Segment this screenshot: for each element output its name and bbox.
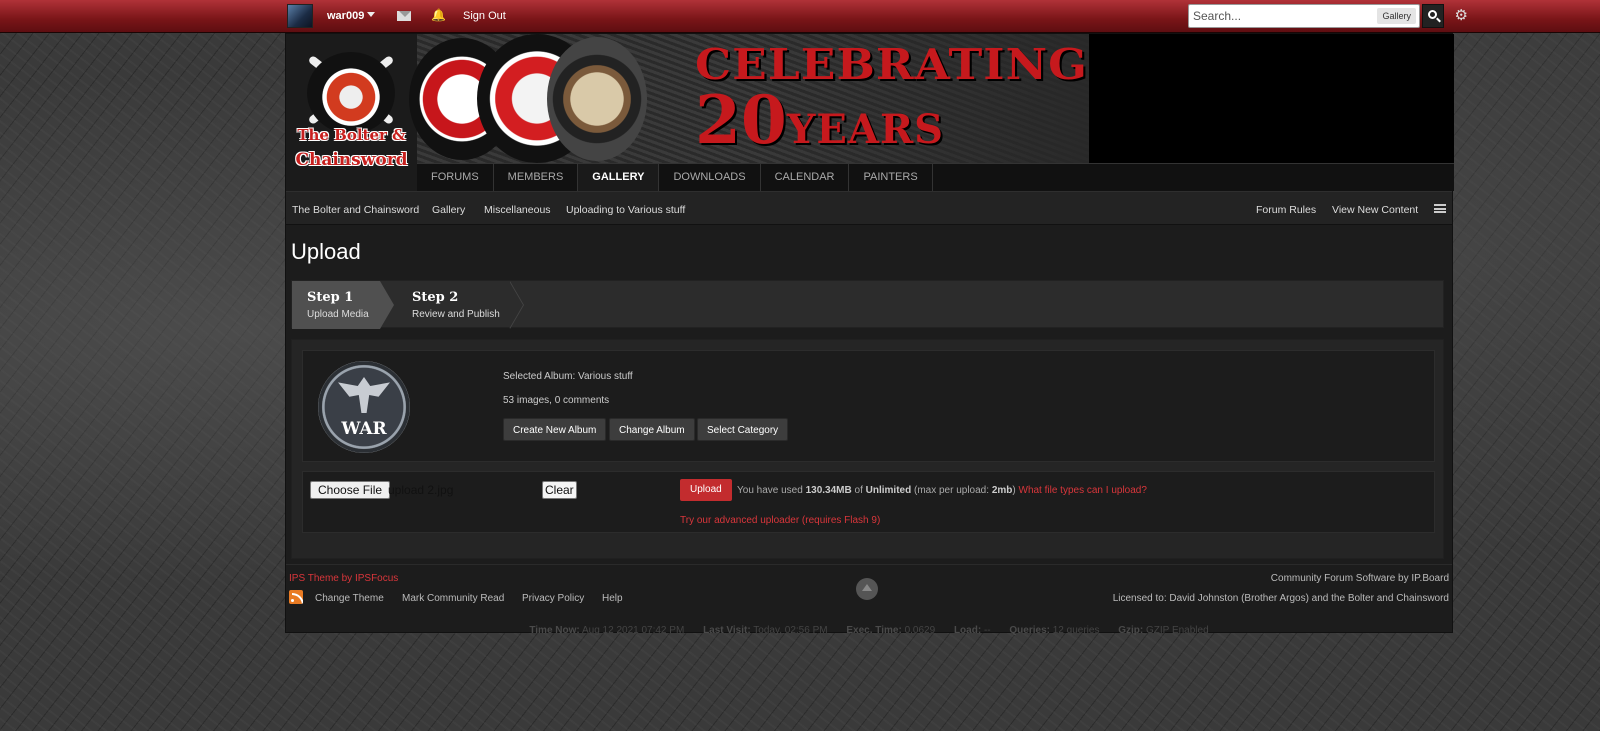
banner-suffix: YEARS [786, 106, 945, 153]
main-container: The Bolter & Chainsword CELEBRATING 20YE… [285, 33, 1454, 636]
upload-steps: Step 1 Upload Media Step 2 Review and Pu… [291, 280, 1444, 329]
site-logo[interactable]: The Bolter & Chainsword [286, 34, 417, 194]
list-menu-icon[interactable] [1434, 204, 1446, 213]
eagle-icon [338, 377, 390, 413]
step-2-subtitle: Review and Publish [412, 309, 500, 320]
album-avatar: WAR [318, 361, 410, 453]
breadcrumb: The Bolter and Chainsword Gallery Miscel… [286, 191, 1452, 225]
tab-forums[interactable]: FORUMS [417, 164, 494, 191]
logo-text-line2: Chainsword [295, 150, 408, 170]
gear-icon[interactable]: ⚙ [1455, 7, 1468, 25]
chevron-down-icon[interactable] [367, 12, 375, 17]
theme-credit-link[interactable]: IPS Theme by IPSFocus [289, 573, 398, 584]
upload-usage-text: You have used 130.34MB of Unlimited (max… [737, 485, 1147, 496]
privacy-policy-link[interactable]: Privacy Policy [522, 593, 584, 604]
file-upload-row: Choose File upload 2.jpg Clear Upload Yo… [302, 471, 1435, 533]
album-info: WAR Selected Album: Various stuff 53 ima… [302, 350, 1435, 462]
upload-panel: WAR Selected Album: Various stuff 53 ima… [291, 339, 1444, 559]
upload-button[interactable]: Upload [680, 479, 732, 501]
page-title: Upload [291, 239, 361, 264]
username-link[interactable]: war009 [327, 10, 364, 22]
page-stats: Time Now: Aug 12 2021 07:42 PM Last Visi… [529, 625, 1209, 636]
search-scope-selector[interactable]: Gallery [1377, 8, 1416, 24]
file-types-link[interactable]: What file types can I upload? [1019, 485, 1147, 496]
step-1-title: Step 1 [307, 290, 354, 305]
user-avatar[interactable] [287, 4, 313, 28]
sign-out-link[interactable]: Sign Out [463, 10, 506, 22]
tab-members[interactable]: MEMBERS [494, 164, 579, 191]
banner-number: 20 [695, 81, 787, 159]
step-2-title: Step 2 [412, 290, 459, 305]
license-text: Licensed to: David Johnston (Brother Arg… [1112, 593, 1449, 604]
header-banner: CELEBRATING 20YEARS [409, 34, 1454, 163]
skull-disc-image [547, 37, 647, 161]
view-new-content-link[interactable]: View New Content [1332, 204, 1418, 216]
search-input[interactable] [1189, 5, 1355, 27]
back-to-top-button[interactable] [856, 578, 878, 600]
help-link[interactable]: Help [602, 593, 623, 604]
breadcrumb-item[interactable]: Uploading to Various stuff [566, 204, 685, 216]
footer: IPS Theme by IPSFocus Change Theme Mark … [286, 564, 1452, 636]
tab-calendar[interactable]: CALENDAR [761, 164, 850, 191]
selected-file-name: upload 2.jpg [388, 483, 454, 497]
step-1-indicator [292, 281, 394, 329]
change-theme-link[interactable]: Change Theme [315, 593, 384, 604]
logo-text-line1: The Bolter & [297, 126, 406, 144]
selected-album: Selected Album: Various stuff [503, 371, 633, 382]
select-category-button[interactable]: Select Category [697, 418, 789, 441]
breadcrumb-item[interactable]: The Bolter and Chainsword [292, 204, 419, 216]
search-button[interactable] [1422, 4, 1444, 28]
create-new-album-button[interactable]: Create New Album [503, 418, 607, 441]
main-nav: FORUMS MEMBERS GALLERY DOWNLOADS CALENDA… [417, 163, 1454, 191]
advanced-uploader-link[interactable]: Try our advanced uploader (requires Flas… [680, 515, 880, 526]
banner-years: 20YEARS [695, 84, 944, 156]
breadcrumb-item[interactable]: Miscellaneous [484, 204, 551, 216]
banner-art: CELEBRATING 20YEARS [409, 34, 1089, 163]
choose-file-button[interactable]: Choose File [310, 481, 391, 499]
step-1-subtitle: Upload Media [307, 309, 369, 320]
mark-community-read-link[interactable]: Mark Community Read [402, 593, 504, 604]
tab-downloads[interactable]: DOWNLOADS [659, 164, 761, 191]
forum-rules-link[interactable]: Forum Rules [1256, 204, 1316, 216]
album-avatar-text: WAR [341, 419, 387, 439]
software-credit[interactable]: Community Forum Software by IP.Board [1271, 573, 1449, 584]
mail-icon[interactable] [397, 11, 411, 21]
album-stats: 53 images, 0 comments [503, 395, 610, 406]
bell-icon[interactable]: 🔔 [431, 9, 446, 22]
clear-button[interactable]: Clear [542, 481, 577, 499]
tab-gallery[interactable]: GALLERY [578, 164, 660, 191]
search-box: Gallery [1188, 4, 1420, 28]
user-bar: war009 🔔 Sign Out Gallery ⚙ [0, 0, 1600, 33]
rss-icon[interactable] [289, 590, 303, 604]
breadcrumb-item[interactable]: Gallery [432, 204, 465, 216]
tab-painters[interactable]: PAINTERS [849, 164, 933, 191]
change-album-button[interactable]: Change Album [609, 418, 695, 441]
skull-logo-icon [307, 52, 395, 134]
